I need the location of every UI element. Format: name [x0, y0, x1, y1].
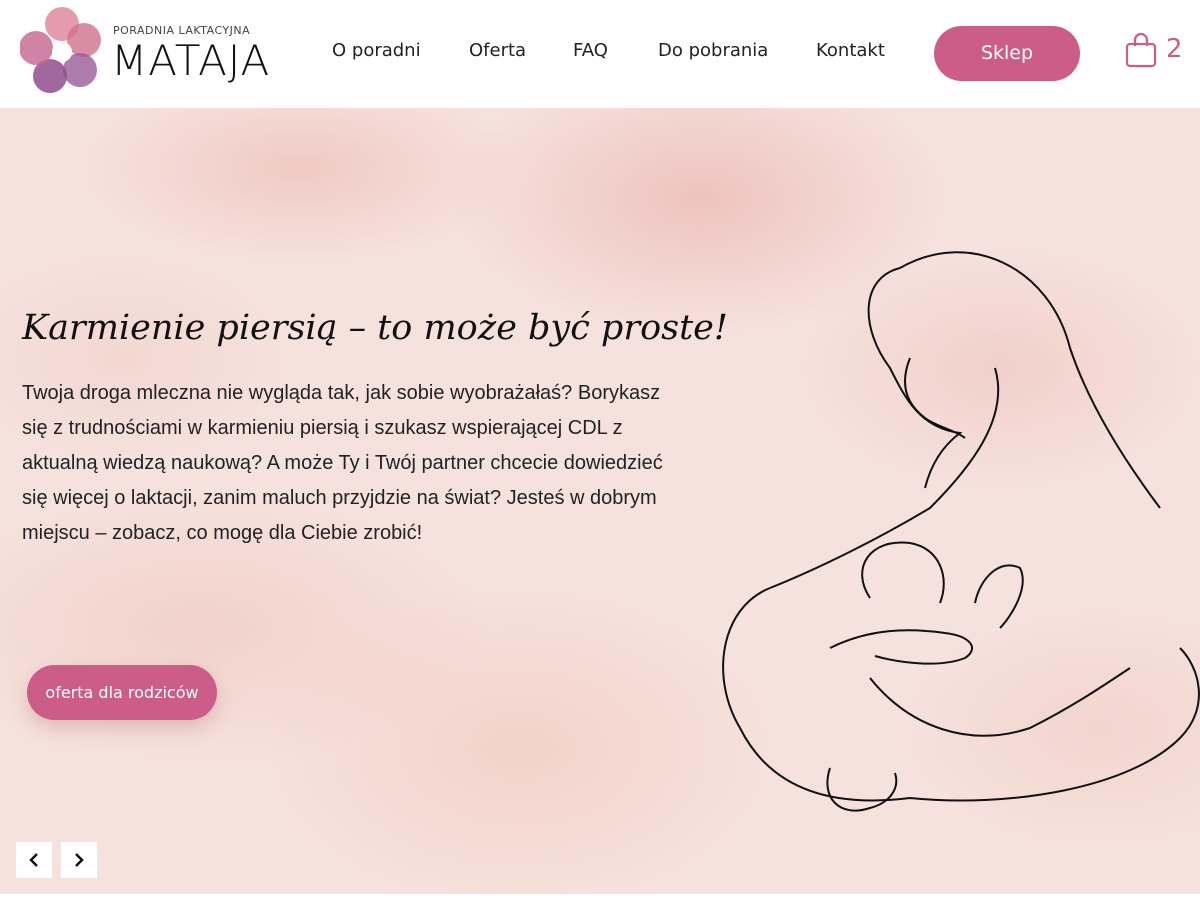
page-bottom-strip	[0, 894, 1200, 900]
chevron-right-icon	[75, 853, 84, 867]
cart-button[interactable]: 2	[1124, 32, 1184, 72]
nav-item-faq[interactable]: FAQ	[573, 40, 608, 61]
nav-item-oferta[interactable]: Oferta	[469, 40, 526, 61]
chevron-left-icon	[29, 853, 38, 867]
site-header: PORADNIA LAKTACYJNA MATAJA O poradni Ofe…	[0, 0, 1200, 108]
nav-item-o-poradni[interactable]: O poradni	[332, 40, 421, 61]
shop-button[interactable]: Sklep	[934, 26, 1080, 81]
nav-item-kontakt[interactable]: Kontakt	[816, 40, 885, 61]
nav-item-do-pobrania[interactable]: Do pobrania	[658, 40, 768, 61]
shopping-bag-icon	[1125, 32, 1157, 68]
hero-text: Twoja droga mleczna nie wygląda tak, jak…	[22, 382, 663, 544]
slider-prev-button[interactable]	[16, 842, 52, 878]
flower-logo-icon	[20, 7, 101, 93]
offer-for-parents-button[interactable]: oferta dla rodziców	[27, 665, 217, 720]
hero-slider: Karmienie piersią – to może być proste! …	[0, 108, 1200, 894]
cart-count: 2	[1166, 34, 1183, 64]
logo-name: MATAJA	[111, 36, 271, 85]
breastfeeding-illustration	[722, 251, 1200, 812]
hero-title: Karmienie piersią – to może być proste!	[22, 308, 728, 348]
slider-next-button[interactable]	[61, 842, 97, 878]
logo[interactable]: PORADNIA LAKTACYJNA MATAJA	[20, 4, 290, 98]
